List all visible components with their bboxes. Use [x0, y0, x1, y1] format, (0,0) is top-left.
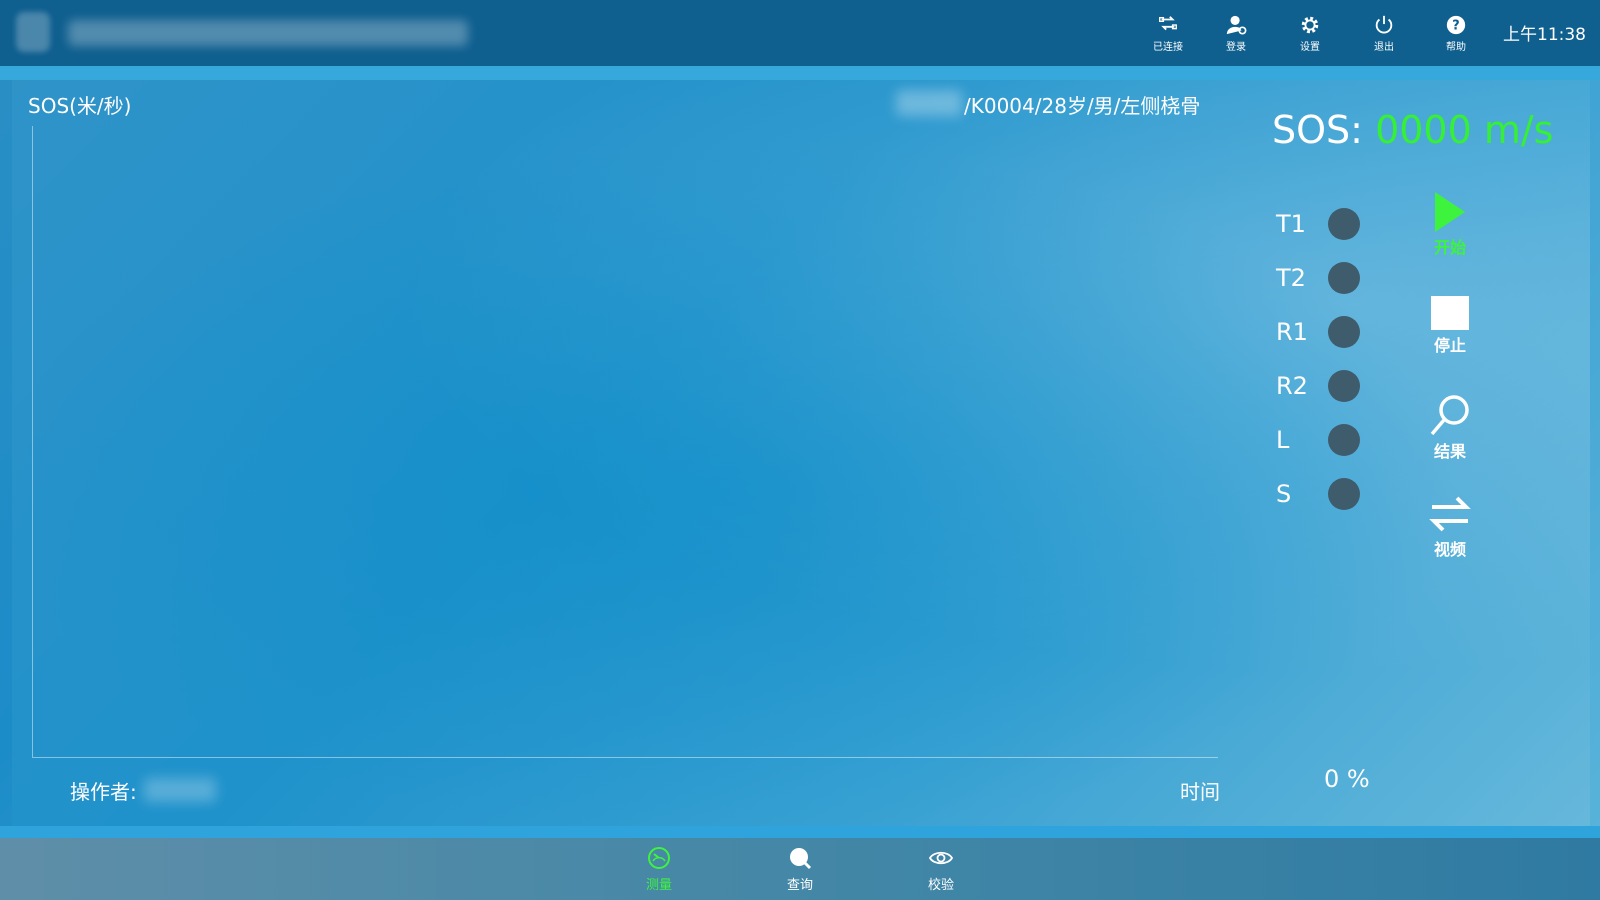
sos-chart-area [32, 126, 1218, 758]
magnifier-icon [1430, 395, 1469, 436]
bottom-divider [0, 826, 1600, 838]
indicator-t2: T2 [1276, 260, 1366, 296]
video-label: 视频 [1433, 540, 1466, 559]
indicator-label: S [1276, 480, 1292, 508]
status-dot [1328, 316, 1360, 348]
help-label: 帮助 [1446, 42, 1466, 53]
indicator-label: T1 [1276, 210, 1306, 238]
start-button[interactable]: 开始 [1418, 192, 1482, 262]
x-axis-label: 时间 [1180, 780, 1220, 804]
clock: 上午11:38 [1503, 25, 1586, 45]
indicator-label: R1 [1276, 318, 1308, 346]
sos-readout: SOS: 0000 m/s [1272, 108, 1553, 152]
eye-icon [929, 851, 953, 865]
power-icon [1375, 15, 1393, 34]
svg-text:?: ? [1452, 19, 1459, 34]
progress-percent: 0 % [1324, 765, 1370, 793]
stop-button[interactable]: 停止 [1418, 296, 1482, 366]
connection-label: 已连接 [1153, 42, 1183, 53]
nav-label: 校验 [927, 878, 954, 893]
app-logo [16, 12, 50, 52]
status-dot [1328, 262, 1360, 294]
gear-icon [1301, 16, 1319, 34]
nav-query[interactable]: 查询 [770, 846, 830, 896]
gauge-icon [648, 847, 670, 869]
nav-calibrate[interactable]: 校验 [911, 846, 971, 896]
exit-label: 退出 [1374, 42, 1394, 53]
stop-label: 停止 [1433, 336, 1466, 355]
status-dot [1328, 370, 1360, 402]
top-bar: 已连接 登录 设置 退出 ? 帮助 上午11:38 [0, 0, 1600, 66]
status-dot [1328, 208, 1360, 240]
swap-arrows-icon [1429, 496, 1471, 532]
sos-prefix: SOS: [1272, 108, 1363, 152]
exit-button[interactable]: 退出 [1356, 14, 1412, 56]
indicator-l: L [1276, 422, 1366, 458]
operator-name-redacted [144, 778, 216, 802]
y-axis-label: SOS(米/秒) [28, 94, 132, 118]
nav-label: 测量 [645, 878, 672, 893]
patient-name-redacted [896, 90, 962, 116]
stop-icon [1431, 296, 1469, 330]
indicator-r2: R2 [1276, 368, 1366, 404]
sos-value: 0000 m/s [1375, 108, 1554, 152]
status-dot [1328, 424, 1360, 456]
indicator-label: L [1276, 426, 1290, 454]
user-icon [1226, 15, 1247, 35]
connection-button[interactable]: 已连接 [1140, 14, 1196, 56]
help-button[interactable]: ? 帮助 [1428, 14, 1484, 56]
login-button[interactable]: 登录 [1208, 14, 1264, 56]
patient-info: /K0004/28岁/男/左侧桡骨 [964, 94, 1201, 118]
nav-measure[interactable]: 测量 [629, 846, 689, 896]
indicator-s: S [1276, 476, 1366, 512]
login-label: 登录 [1226, 42, 1246, 53]
indicator-label: T2 [1276, 264, 1306, 292]
bottom-nav: 测量 查询 校验 [0, 838, 1600, 900]
video-button[interactable]: 视频 [1418, 494, 1482, 564]
search-icon [790, 848, 812, 870]
settings-label: 设置 [1300, 42, 1320, 53]
connect-icon [1159, 16, 1177, 31]
play-icon [1435, 192, 1465, 232]
indicator-r1: R1 [1276, 314, 1366, 350]
help-icon: ? [1446, 15, 1466, 35]
result-button[interactable]: 结果 [1418, 394, 1482, 464]
indicator-t1: T1 [1276, 206, 1366, 242]
start-label: 开始 [1433, 238, 1466, 257]
nav-label: 查询 [786, 878, 813, 893]
top-divider [0, 66, 1600, 80]
operator-label: 操作者: [70, 780, 137, 804]
result-label: 结果 [1433, 442, 1466, 461]
settings-button[interactable]: 设置 [1282, 14, 1338, 56]
indicator-label: R2 [1276, 372, 1308, 400]
status-dot [1328, 478, 1360, 510]
app-title-redacted [68, 20, 468, 46]
